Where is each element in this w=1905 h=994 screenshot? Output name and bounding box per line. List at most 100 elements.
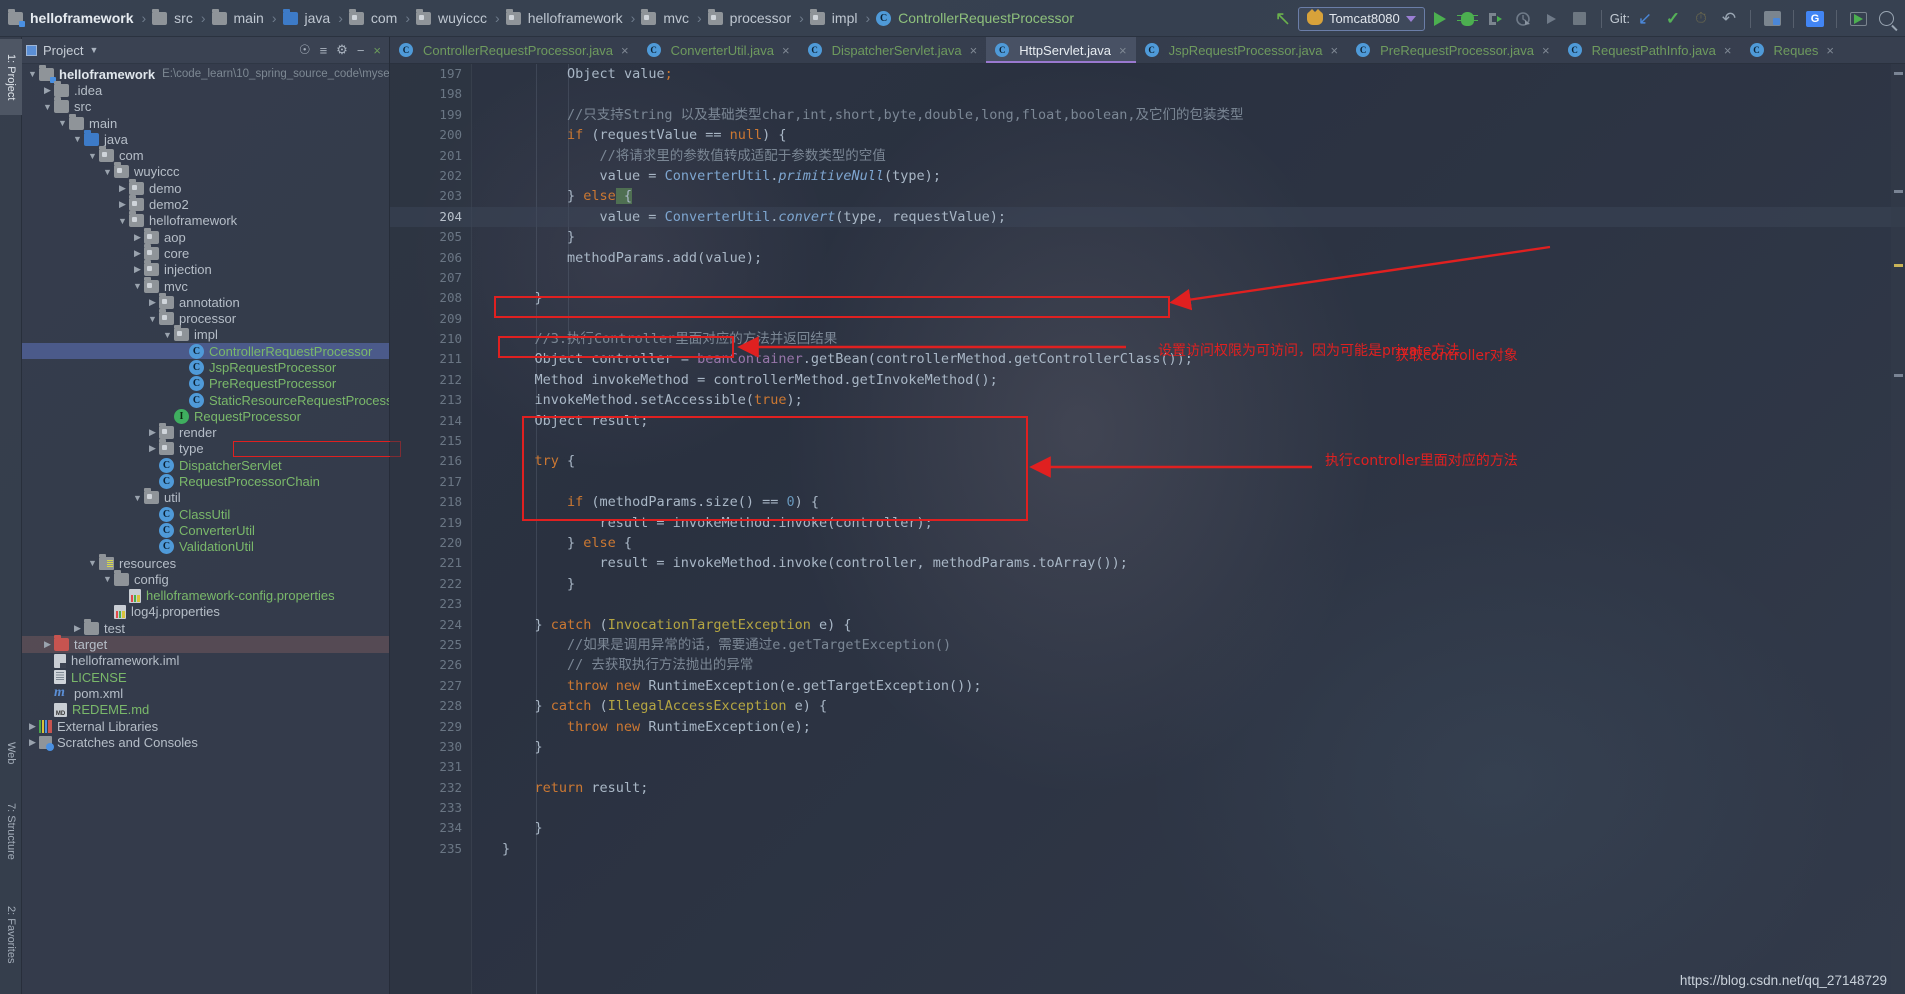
close-icon[interactable]: × (970, 43, 978, 58)
chevron-right-icon[interactable]: ▶ (26, 737, 39, 748)
tree-node-license[interactable]: LICENSE (22, 669, 389, 685)
code-line[interactable]: 229 throw new RuntimeException(e); (390, 717, 1905, 737)
code-line[interactable]: 220 } else { (390, 533, 1905, 553)
tree-node-resources[interactable]: ▼ resources (22, 553, 389, 571)
code-line[interactable]: 215 (390, 431, 1905, 451)
tree-node-processor[interactable]: ▼ processor (22, 309, 389, 326)
breadcrumb-item-mvc[interactable]: mvc (639, 8, 693, 26)
chevron-down-icon[interactable]: ▼ (101, 574, 114, 584)
tree-node-type[interactable]: ▶ type (22, 439, 389, 457)
code-line[interactable]: 212 Method invokeMethod = controllerMeth… (390, 370, 1905, 390)
navigate-back-icon[interactable]: ↖ (1270, 6, 1296, 32)
search-everywhere-button[interactable] (1873, 6, 1899, 32)
code-line[interactable]: 211 Object controller = beanContainer.ge… (390, 349, 1905, 369)
tree-node-com[interactable]: ▼ com (22, 146, 389, 163)
editor-tab-converterutil[interactable]: C ConverterUtil.java × (638, 37, 799, 63)
code-editor[interactable]: 197 Object value; 198 199 //只支持String 以及基础… (390, 64, 1905, 994)
breadcrumb-item-wuyiccc[interactable]: wuyiccc (414, 8, 491, 26)
code-line[interactable]: 233 (390, 798, 1905, 818)
editor-tab-controllerrequestprocessor[interactable]: C ControllerRequestProcessor.java × (390, 37, 638, 63)
tree-node-aop[interactable]: ▶ aop (22, 227, 389, 245)
chevron-right-icon[interactable]: ▶ (146, 297, 159, 308)
code-line[interactable]: 234 } (390, 818, 1905, 838)
chevron-down-icon[interactable]: ▼ (131, 493, 144, 503)
tree-node-helloframework[interactable]: ▼ helloframework (22, 211, 389, 229)
project-tree[interactable]: ▼ helloframework E:\code_learn\10_spring_s… (22, 64, 389, 994)
code-line[interactable]: 207 (390, 268, 1905, 288)
tree-node-util[interactable]: ▼ util (22, 488, 389, 506)
stop-button[interactable] (1567, 6, 1593, 32)
hide-icon[interactable]: − (357, 43, 365, 58)
code-line[interactable]: 209 (390, 309, 1905, 329)
tree-node-classutil[interactable]: C ClassUtil (22, 506, 389, 522)
chevron-down-icon[interactable]: ▼ (86, 558, 99, 568)
chevron-right-icon[interactable]: ▶ (41, 85, 54, 96)
breadcrumb-item-impl[interactable]: impl (808, 8, 862, 26)
profile-button[interactable] (1511, 6, 1537, 32)
close-icon[interactable]: × (1542, 43, 1550, 58)
tree-node-prerequestprocessor[interactable]: C PreRequestProcessor (22, 376, 389, 392)
editor-tab-bar[interactable]: C ControllerRequestProcessor.java × C Conver… (390, 37, 1905, 64)
code-line[interactable]: 205 } (390, 227, 1905, 247)
tree-node-validationutil[interactable]: C ValidationUtil (22, 539, 389, 555)
code-line[interactable]: 225 //如果是调用异常的话，需要通过e.getTargetException… (390, 635, 1905, 655)
code-line[interactable]: 201 //将请求里的参数值转成适配于参数类型的空值 (390, 146, 1905, 166)
code-line[interactable]: 221 result = invokeMethod.invoke(control… (390, 553, 1905, 573)
sidebar-item-structure[interactable]: 7: Structure (0, 785, 22, 877)
tree-node-controllerrequestprocessor[interactable]: C ControllerRequestProcessor (22, 343, 389, 360)
code-line[interactable]: 206 methodParams.add(value); (390, 248, 1905, 268)
code-line[interactable]: 214 Object result; (390, 411, 1905, 431)
close-icon[interactable]: × (621, 43, 629, 58)
tree-node-jsprequestprocessor[interactable]: C JspRequestProcessor (22, 359, 389, 375)
code-line[interactable]: 200 if (requestValue == null) { (390, 125, 1905, 145)
sidebar-item-project[interactable]: 1: Project (0, 39, 22, 115)
code-line[interactable]: 228 } catch (IllegalAccessException e) { (390, 696, 1905, 716)
rerun-button[interactable] (1539, 6, 1565, 32)
run-button[interactable] (1427, 6, 1453, 32)
locate-icon[interactable]: ☉ (299, 42, 311, 58)
tree-node-render[interactable]: ▶ render (22, 423, 389, 441)
close-icon[interactable]: × (1724, 43, 1732, 58)
tree-node-injection[interactable]: ▶ injection (22, 260, 389, 278)
chevron-right-icon[interactable]: ▶ (71, 623, 84, 634)
tree-node-wuyiccc[interactable]: ▼ wuyiccc (22, 162, 389, 180)
tree-node-annotation[interactable]: ▶ annotation (22, 292, 389, 310)
breadcrumb-item-com[interactable]: com (347, 8, 401, 26)
code-line[interactable]: 199 //只支持String 以及基础类型char,int,short,byt… (390, 105, 1905, 125)
tree-node-core[interactable]: ▶ core (22, 243, 389, 261)
tree-node-scratches-and-consoles[interactable]: ▶ Scratches and Consoles (22, 734, 389, 751)
terminal-button[interactable] (1845, 6, 1871, 32)
editor-scrollbar[interactable] (1891, 64, 1905, 994)
code-line[interactable]: 217 (390, 472, 1905, 492)
chevron-down-icon[interactable]: ▼ (86, 151, 99, 161)
tree-node-config[interactable]: ▼ config (22, 569, 389, 587)
tree-node-log4j-properties[interactable]: log4j.properties (22, 604, 389, 620)
tree-node-staticresourcerequestprocessor[interactable]: C StaticResourceRequestProcessor (22, 392, 389, 408)
close-icon[interactable]: × (373, 43, 381, 58)
breadcrumb-item-helloframework[interactable]: helloframework (6, 8, 137, 27)
editor-tab-httpservlet[interactable]: C HttpServlet.java × (986, 37, 1136, 63)
chevron-right-icon[interactable]: ▶ (131, 264, 144, 275)
breadcrumb-item-controllerrequestprocessor[interactable]: C ControllerRequestProcessor (874, 10, 1078, 26)
code-line[interactable]: 235} (390, 839, 1905, 859)
sidebar-item-web[interactable]: Web (0, 727, 22, 779)
chevron-down-icon[interactable]: ▼ (56, 118, 69, 128)
chevron-down-icon[interactable]: ▼ (41, 102, 54, 112)
close-icon[interactable]: × (1119, 43, 1127, 58)
tree-node-src[interactable]: ▼ src (22, 97, 389, 115)
tree-node-dispatcherservlet[interactable]: C DispatcherServlet (22, 457, 389, 473)
tree-node-redeme-md[interactable]: MD REDEME.md (22, 702, 389, 718)
breadcrumb-item-processor[interactable]: processor (706, 8, 795, 26)
collapse-all-icon[interactable]: ≡ (320, 43, 328, 58)
chevron-right-icon[interactable]: ▶ (131, 232, 144, 243)
editor-tab-requestpathinfo[interactable]: C RequestPathInfo.java × (1559, 37, 1741, 63)
tree-node-target[interactable]: ▶ target (22, 635, 389, 653)
code-line[interactable]: 230 } (390, 737, 1905, 757)
editor-tab-dispatcherservlet[interactable]: C DispatcherServlet.java × (799, 37, 987, 63)
chevron-right-icon[interactable]: ▶ (131, 248, 144, 259)
chevron-down-icon[interactable]: ▼ (131, 281, 144, 291)
close-icon[interactable]: × (1826, 43, 1834, 58)
tree-node-impl[interactable]: ▼ impl (22, 325, 389, 343)
chevron-right-icon[interactable]: ▶ (26, 721, 39, 732)
tree-node-helloframework[interactable]: ▼ helloframework E:\code_learn\10_spring_s… (22, 64, 389, 83)
